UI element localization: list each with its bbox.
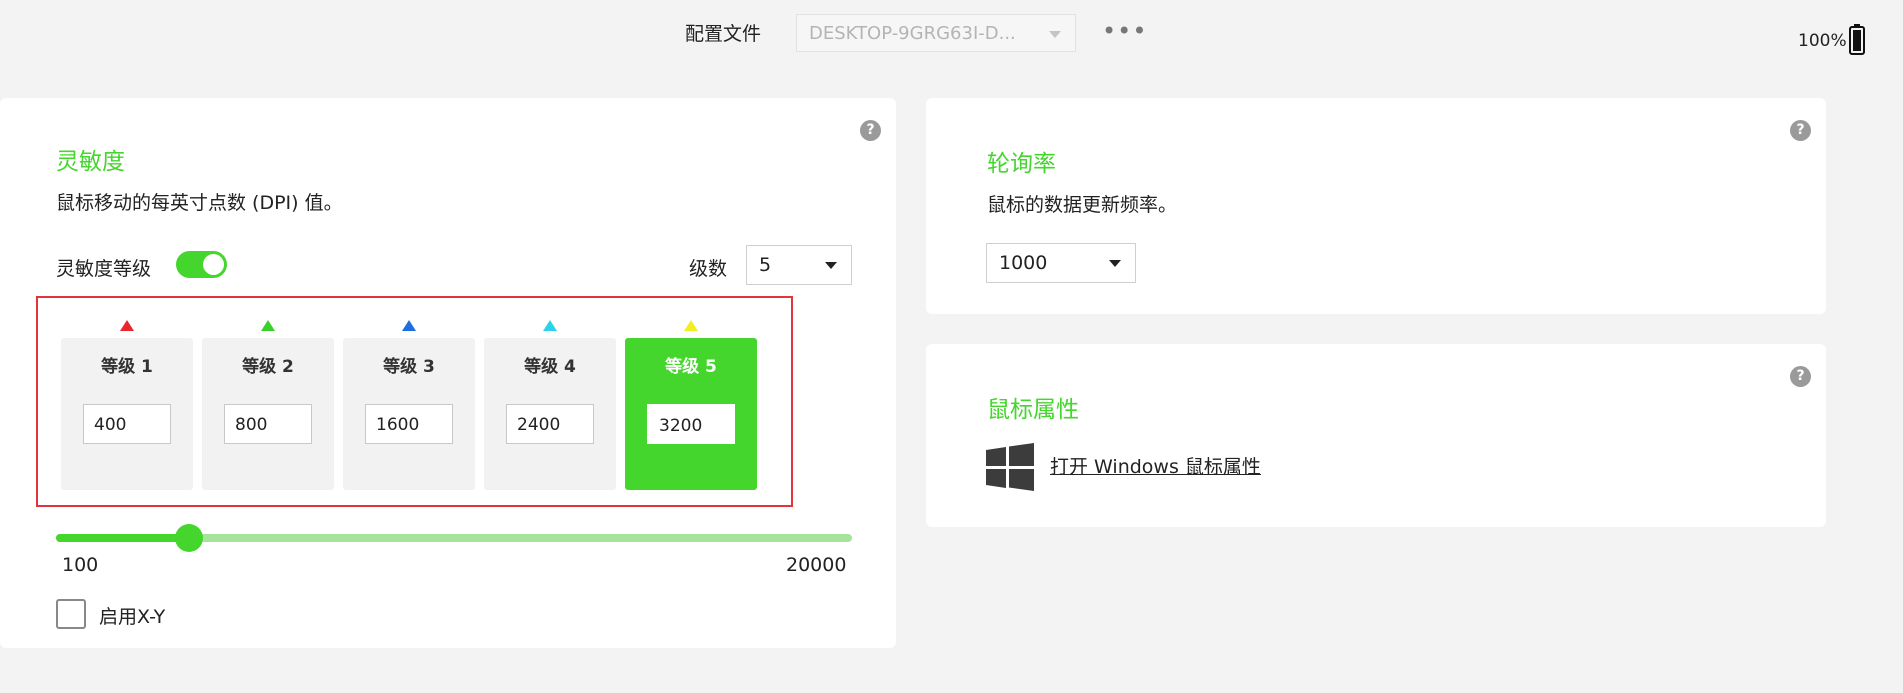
stage-label: 等级 5 [665,357,717,377]
stage-2-marker-icon [261,320,275,331]
open-windows-mouse-properties-link[interactable]: 打开 Windows 鼠标属性 [1050,452,1261,479]
sensitivity-title: 灵敏度 [56,149,125,175]
profile-dropdown-value: DESKTOP-9GRG63I-D... [809,23,1016,44]
dpi-slider-max-label: 20000 [786,554,847,576]
top-bar: 配置文件 DESKTOP-9GRG63I-D... ••• 100% [0,0,1903,70]
dpi-slider-min-label: 100 [62,554,99,576]
toggle-knob [203,254,224,275]
profile-label: 配置文件 [685,23,762,45]
sensitivity-stages-label: 灵敏度等级 [56,258,152,280]
stage-count-dropdown[interactable]: 5 [746,245,852,285]
sensitivity-stages-toggle[interactable] [176,251,227,278]
help-icon[interactable]: ? [1790,120,1811,141]
polling-rate-value: 1000 [999,252,1048,274]
enable-xy-checkbox[interactable] [56,599,86,629]
stage-3-marker-icon [402,320,416,331]
stage-label: 等级 2 [242,357,294,377]
stage-dpi-input[interactable]: 400 [83,404,171,444]
polling-rate-card: ? 轮询率 鼠标的数据更新频率。 1000 [926,98,1826,314]
stage-label: 等级 3 [383,357,435,377]
dpi-stage-2[interactable]: 等级 2 800 [202,338,334,490]
stage-count-label: 级数 [689,258,728,280]
stage-5-marker-icon [684,320,698,331]
sensitivity-card: ? 灵敏度 鼠标移动的每英寸点数 (DPI) 值。 灵敏度等级 级数 5 等级 … [0,98,896,648]
enable-xy-label: 启用X-Y [99,606,166,628]
stage-dpi-input[interactable]: 1600 [365,404,453,444]
polling-rate-dropdown[interactable]: 1000 [986,243,1136,283]
dpi-stage-4[interactable]: 等级 4 2400 [484,338,616,490]
polling-rate-title: 轮询率 [987,151,1056,177]
stage-dpi-input[interactable]: 3200 [647,404,735,444]
polling-rate-description: 鼠标的数据更新频率。 [987,194,1178,216]
help-icon[interactable]: ? [1790,366,1811,387]
dpi-stage-5[interactable]: 等级 5 3200 [625,338,757,490]
chevron-down-icon [1049,31,1061,38]
battery-percent: 100% [1798,31,1847,51]
stage-dpi-input[interactable]: 800 [224,404,312,444]
mouse-properties-card: ? 鼠标属性 [926,344,1826,527]
profile-dropdown[interactable]: DESKTOP-9GRG63I-D... [796,14,1076,52]
chevron-down-icon [1109,260,1121,267]
stage-dpi-input[interactable]: 2400 [506,404,594,444]
windows-logo-icon [986,443,1034,491]
stage-label: 等级 4 [524,357,576,377]
more-options-button[interactable]: ••• [1102,16,1146,46]
mouse-properties-title: 鼠标属性 [987,397,1079,423]
chevron-down-icon [825,262,837,269]
stage-label: 等级 1 [101,357,153,377]
dpi-stage-3[interactable]: 等级 3 1600 [343,338,475,490]
battery-icon [1849,24,1865,55]
stage-1-marker-icon [120,320,134,331]
help-icon[interactable]: ? [860,120,881,141]
stage-4-marker-icon [543,320,557,331]
stage-count-value: 5 [759,254,772,276]
sensitivity-description: 鼠标移动的每英寸点数 (DPI) 值。 [56,192,343,214]
dpi-slider-thumb[interactable] [175,524,203,552]
dpi-slider-fill [56,534,189,542]
dpi-stage-1[interactable]: 等级 1 400 [61,338,193,490]
